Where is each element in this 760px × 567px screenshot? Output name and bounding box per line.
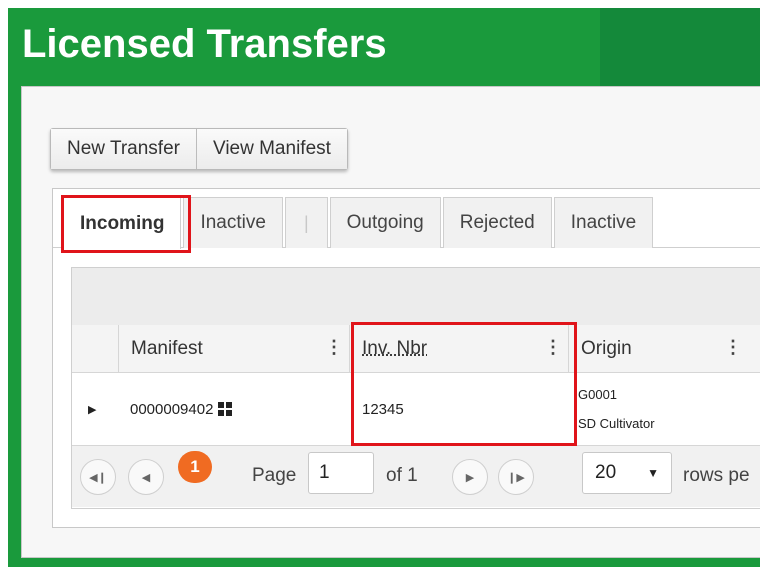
chevron-down-icon: ▼ (647, 466, 659, 480)
view-manifest-button[interactable]: View Manifest (196, 129, 347, 169)
next-page-icon[interactable]: ▶ (452, 459, 488, 495)
column-label-origin: Origin (581, 337, 632, 359)
current-page-badge[interactable]: 1 (178, 451, 212, 483)
main-panel: New Transfer View Manifest Incoming Inac… (21, 86, 760, 558)
column-header-manifest[interactable]: Manifest ⋮ (118, 325, 349, 372)
tab-rejected[interactable]: Rejected (442, 197, 552, 248)
tab-inactive[interactable]: Inactive (183, 197, 283, 248)
toolbar: New Transfer View Manifest (50, 128, 348, 170)
column-menu-icon[interactable]: ⋮ (544, 337, 562, 358)
column-label-inv-nbr: Inv. Nbr (362, 337, 428, 359)
previous-page-icon[interactable]: ◀ (128, 459, 164, 495)
tab-inactive-outgoing[interactable]: Inactive (553, 197, 654, 248)
tab-separator: | (284, 197, 328, 248)
new-transfer-button[interactable]: New Transfer (51, 129, 197, 169)
grid-header: Manifest ⋮ Inv. Nbr ⋮ Origin ⋮ (72, 325, 760, 373)
origin-license: G0001 (578, 387, 618, 402)
column-menu-icon[interactable]: ⋮ (724, 337, 742, 358)
header-decoration (600, 8, 760, 88)
app-frame: Licensed Transfers New Transfer View Man… (8, 8, 760, 567)
column-header-origin[interactable]: Origin ⋮ (568, 325, 748, 372)
inv-nbr-cell: 12345 (362, 400, 404, 418)
transfers-grid: Manifest ⋮ Inv. Nbr ⋮ Origin ⋮ ▶ 0000009… (71, 267, 760, 509)
tab-incoming[interactable]: Incoming (63, 197, 182, 249)
grid-group-area (72, 268, 760, 326)
last-page-icon[interactable]: ❙▶ (498, 459, 534, 495)
page-size-select[interactable]: 20 ▼ (582, 452, 672, 494)
expand-row-icon[interactable]: ▶ (88, 373, 108, 445)
manifest-number: 0000009402 (130, 400, 214, 418)
table-row[interactable]: ▶ 0000009402 12345 G0001 SD Cultivator (72, 373, 760, 446)
page-title: Licensed Transfers (22, 22, 387, 66)
page-label: Page (252, 465, 297, 486)
tabstrip: Incoming Inactive | Outgoing Rejected In… (52, 188, 760, 528)
manifest-cell: 0000009402 (130, 373, 330, 445)
page-count-label: of 1 (386, 465, 418, 486)
tab-list: Incoming Inactive | Outgoing Rejected In… (63, 197, 655, 249)
grid-view-icon[interactable] (218, 402, 233, 416)
tab-outgoing[interactable]: Outgoing (329, 197, 441, 248)
pager: ◀❙ ◀ 1 Page 1 of 1 ▶ ❙▶ 20 ▼ rows pe (72, 446, 760, 507)
column-header-inv-nbr[interactable]: Inv. Nbr ⋮ (349, 325, 568, 372)
rows-per-page-label: rows pe (683, 465, 750, 486)
origin-cell: G0001 SD Cultivator (578, 373, 748, 445)
page-size-value: 20 (595, 462, 617, 483)
first-page-icon[interactable]: ◀❙ (80, 459, 116, 495)
column-label-manifest: Manifest (131, 337, 203, 359)
page-number-input[interactable]: 1 (308, 452, 374, 494)
origin-name: SD Cultivator (578, 416, 655, 431)
column-menu-icon[interactable]: ⋮ (325, 337, 343, 358)
